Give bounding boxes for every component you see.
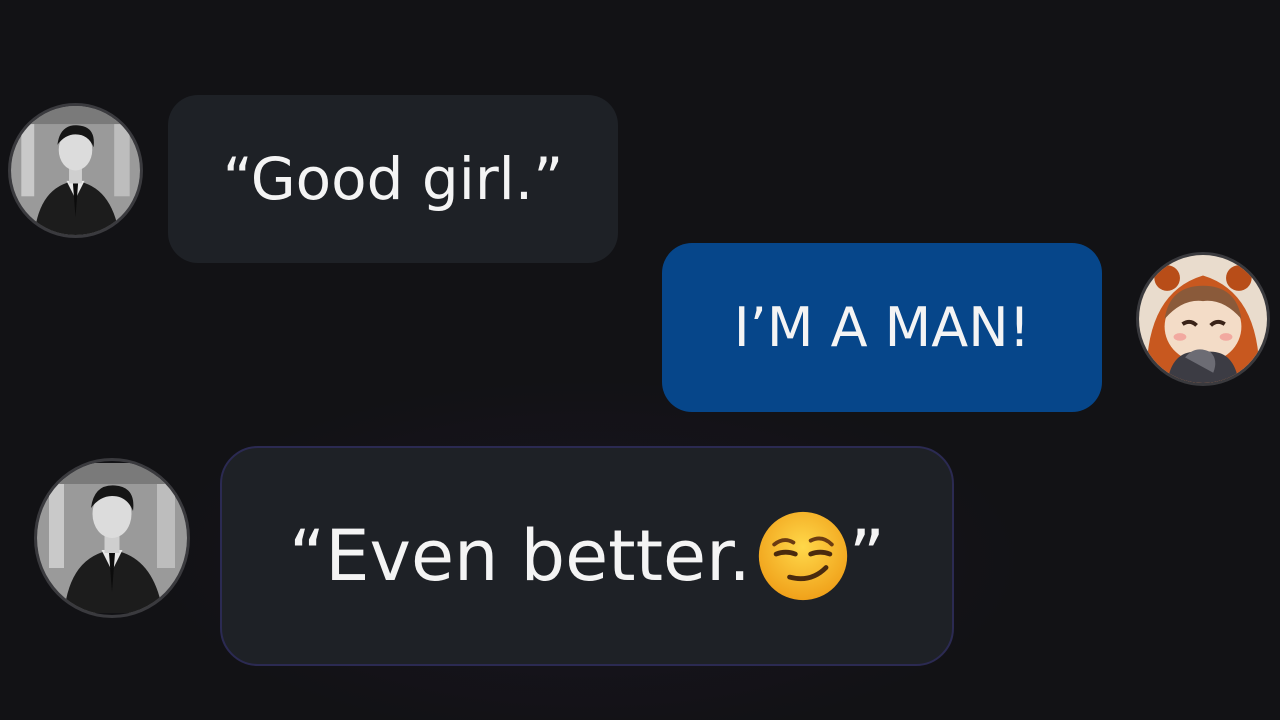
message-text: I’M A MAN! (733, 296, 1031, 359)
man-in-suit-icon (11, 106, 140, 235)
message-text: “Even better. (289, 515, 751, 597)
incoming-message-bubble[interactable]: “Even better. ” (220, 446, 954, 666)
message-text: “Good girl.” (222, 145, 564, 213)
man-in-suit-avatar[interactable] (8, 103, 143, 238)
chat-screen: “Good girl.” I’M A MAN! “Even better. ” (0, 0, 1280, 720)
anime-girl-orange-hood-avatar[interactable] (1136, 252, 1270, 386)
anime-girl-orange-hood-icon (1139, 255, 1267, 383)
man-in-suit-icon (37, 463, 187, 613)
incoming-message-bubble[interactable]: “Good girl.” (168, 95, 618, 263)
outgoing-message-bubble[interactable]: I’M A MAN! (662, 243, 1102, 412)
message-text-closing-quote: ” (848, 515, 885, 597)
man-in-suit-avatar[interactable] (34, 458, 190, 618)
smirking-face-icon (755, 508, 851, 604)
